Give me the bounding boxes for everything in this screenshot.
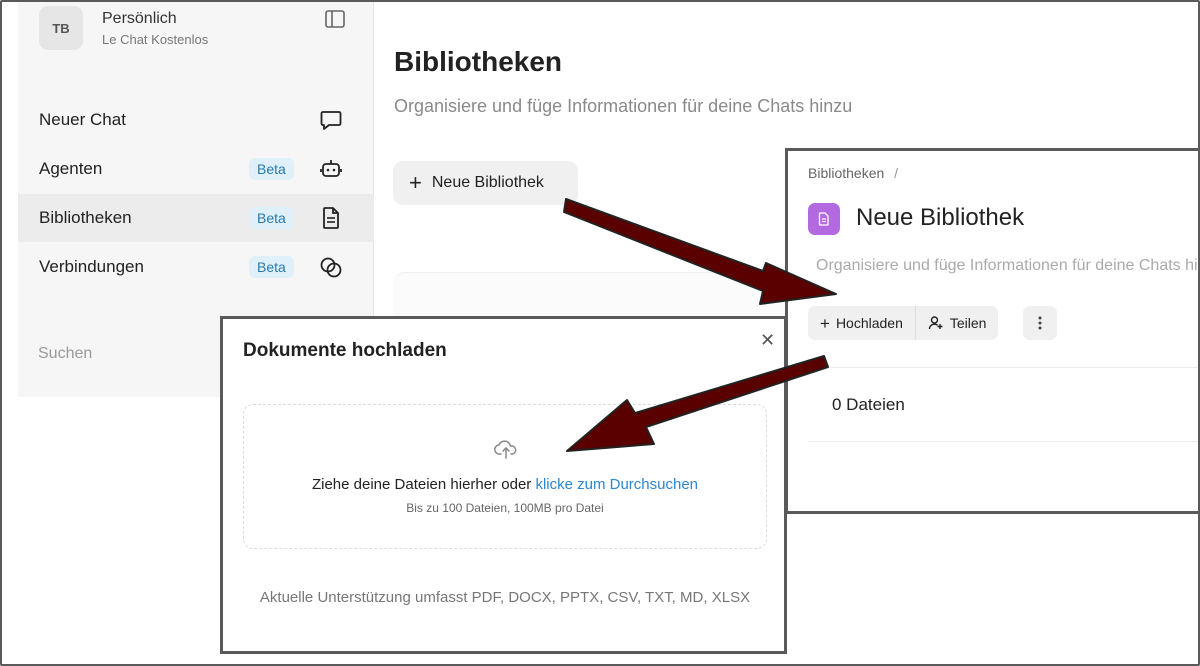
sidebar-item-label: Verbindungen <box>39 257 144 276</box>
library-title[interactable]: Neue Bibliothek <box>856 204 1024 232</box>
plus-icon: + <box>820 313 830 333</box>
files-count: 0 Dateien <box>832 395 905 414</box>
sidebar-item-agents[interactable]: Agenten Beta <box>18 145 374 193</box>
more-options-button[interactable] <box>1023 306 1057 340</box>
sidebar-item-label: Neuer Chat <box>39 110 126 129</box>
share-label: Teilen <box>949 315 987 331</box>
breadcrumb: Bibliotheken / <box>808 165 898 181</box>
dialog-title: Dokumente hochladen <box>243 340 447 361</box>
upload-dialog: Dokumente hochladen ✕ Ziehe deine Dateie… <box>220 316 787 654</box>
divider <box>808 367 1198 368</box>
page-title: Bibliotheken <box>394 46 563 77</box>
sidebar-item-label: Bibliotheken <box>39 208 132 227</box>
app-window: TB Persönlich Le Chat Kostenlos Neuer Ch… <box>0 0 1200 666</box>
library-icon <box>808 203 840 235</box>
avatar[interactable]: TB <box>39 6 83 50</box>
workspace-plan: Le Chat Kostenlos <box>102 32 209 47</box>
document-icon <box>323 207 339 229</box>
chat-bubble-icon <box>320 111 342 130</box>
cloud-upload-icon <box>494 440 517 459</box>
file-dropzone[interactable]: Ziehe deine Dateien hierher oder klicke … <box>243 404 767 549</box>
breadcrumb-separator: / <box>894 165 899 181</box>
plus-icon: + <box>409 170 422 195</box>
robot-icon <box>320 160 342 177</box>
upload-label: Hochladen <box>835 315 903 331</box>
breadcrumb-link[interactable]: Bibliotheken <box>808 165 884 181</box>
library-detail-panel: Bibliotheken / Neue Bibliothek Organisie… <box>785 148 1198 514</box>
sidebar-item-connections[interactable]: Verbindungen Beta <box>18 243 374 291</box>
link-circles-icon <box>320 257 342 278</box>
beta-badge: Beta <box>249 158 294 180</box>
search-input[interactable]: Suchen <box>38 345 92 363</box>
divider <box>808 441 1198 442</box>
close-icon[interactable]: ✕ <box>760 331 775 349</box>
upload-limits: Bis zu 100 Dateien, 100MB pro Datei <box>406 501 604 515</box>
library-actions: + Hochladen Teilen <box>808 306 999 340</box>
beta-badge: Beta <box>249 256 294 278</box>
dropzone-text: Ziehe deine Dateien hierher oder klicke … <box>244 476 766 493</box>
beta-badge: Beta <box>249 207 294 229</box>
browse-link[interactable]: klicke zum Durchsuchen <box>535 476 698 493</box>
document-icon <box>818 212 829 226</box>
new-library-label: Neue Bibliothek <box>431 174 544 191</box>
supported-formats: Aktuelle Unterstützung umfasst PDF, DOCX… <box>259 589 751 606</box>
workspace-name[interactable]: Persönlich <box>102 10 177 28</box>
upload-button[interactable]: + Hochladen <box>808 306 915 340</box>
page-subtitle: Organisiere und füge Informationen für d… <box>394 96 853 116</box>
add-user-icon <box>928 316 943 330</box>
sidebar-item-label: Agenten <box>39 159 103 178</box>
drop-instruction: Ziehe deine Dateien hierher oder <box>311 476 536 493</box>
library-description-input[interactable]: Organisiere und füge Informationen für d… <box>816 257 1198 275</box>
more-vertical-icon <box>1038 316 1042 330</box>
share-button[interactable]: Teilen <box>914 306 999 340</box>
new-library-button[interactable]: + Neue Bibliothek <box>393 161 578 205</box>
sidebar-item-new-chat[interactable]: Neuer Chat <box>18 96 374 144</box>
sidebar-toggle-icon[interactable] <box>325 10 345 28</box>
sidebar-item-libraries[interactable]: Bibliotheken Beta <box>18 194 374 242</box>
